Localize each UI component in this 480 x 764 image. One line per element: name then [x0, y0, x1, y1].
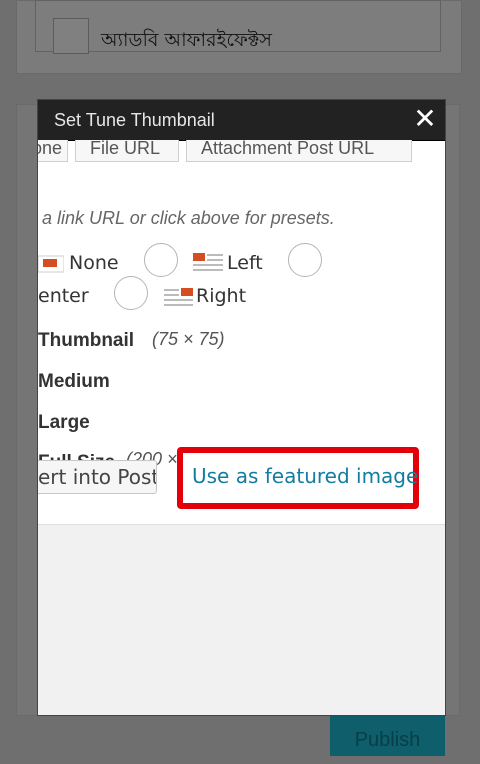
- link-none-button[interactable]: None: [38, 140, 68, 162]
- file-url-button[interactable]: File URL: [75, 140, 179, 162]
- category-checkbox-label: অ্যাডবি আফারইফেক্টস: [101, 29, 272, 51]
- align-right-label: Right: [196, 285, 247, 307]
- align-right-radio[interactable]: [114, 276, 148, 310]
- size-thumbnail-label[interactable]: Thumbnail: [38, 330, 134, 352]
- attachment-post-url-button[interactable]: Attachment Post URL: [186, 140, 412, 162]
- align-right-icon: [164, 288, 193, 306]
- publish-button[interactable]: Publish: [330, 716, 445, 756]
- size-thumbnail-dims: (75 × 75): [152, 329, 225, 349]
- align-left-icon: [193, 253, 223, 271]
- align-none-icon: [38, 255, 64, 273]
- insert-into-post-button[interactable]: Insert into Post: [38, 460, 157, 494]
- size-large-label[interactable]: Large: [38, 412, 90, 434]
- align-center-radio[interactable]: [288, 243, 322, 277]
- thumbnail-modal: Set Tune Thumbnail ✕ None File URL Attac…: [38, 100, 445, 715]
- modal-content: None File URL Attachment Post URL a link…: [38, 140, 445, 715]
- use-as-featured-image-link[interactable]: Use as featured image: [192, 464, 418, 488]
- modal-titlebar: Set Tune Thumbnail ✕: [38, 100, 445, 141]
- modal-title: Set Tune Thumbnail: [54, 110, 215, 130]
- align-left-label: Left: [227, 252, 263, 274]
- close-icon[interactable]: ✕: [410, 104, 440, 134]
- modal-footer-area: [38, 524, 445, 715]
- align-none-label: None: [69, 252, 119, 274]
- link-url-hint: a link URL or click above for presets.: [42, 208, 335, 228]
- category-checkbox[interactable]: [53, 18, 89, 54]
- size-medium-label[interactable]: Medium: [38, 371, 110, 393]
- align-left-radio[interactable]: [144, 243, 178, 277]
- align-center-label: enter: [38, 285, 89, 307]
